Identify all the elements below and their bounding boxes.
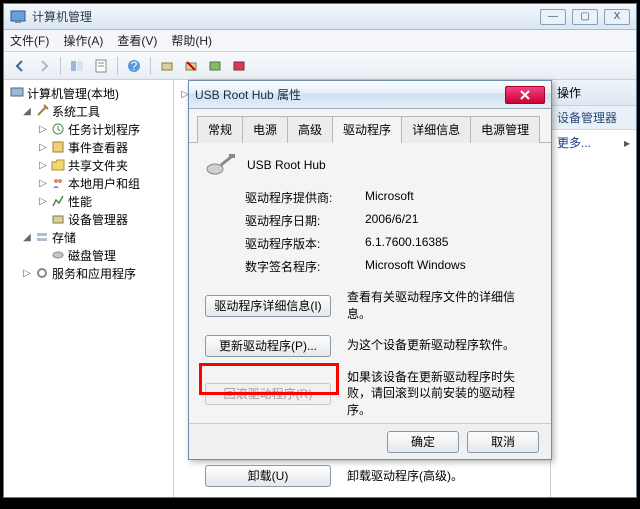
help-button[interactable]: ?	[124, 56, 144, 76]
clock-icon	[51, 122, 65, 136]
tree-storage[interactable]: ◢存储	[6, 228, 171, 246]
tab-driver[interactable]: 驱动程序	[332, 116, 402, 143]
computer-icon	[10, 86, 24, 100]
expand-icon: ▷	[38, 160, 48, 171]
event-icon	[51, 140, 65, 154]
expand-icon: ▷	[38, 196, 48, 207]
actions-context: 设备管理器	[551, 106, 636, 130]
device-icon	[51, 212, 65, 226]
tools-icon	[35, 104, 49, 118]
tree-root[interactable]: 计算机管理(本地)	[6, 84, 171, 102]
version-value: 6.1.7600.16385	[365, 235, 448, 252]
window-title: 计算机管理	[32, 8, 540, 25]
provider-value: Microsoft	[365, 189, 414, 206]
services-icon	[35, 266, 49, 280]
properties-button[interactable]	[91, 56, 111, 76]
actions-more[interactable]: 更多...▸	[551, 130, 636, 155]
dialog-footer: 确定 取消	[189, 423, 551, 459]
back-button[interactable]	[10, 56, 30, 76]
close-button[interactable]: X	[604, 9, 630, 25]
tab-advanced[interactable]: 高级	[287, 116, 333, 143]
update-driver-desc: 为这个设备更新驱动程序软件。	[347, 337, 535, 354]
expand-icon: ▷	[38, 124, 48, 135]
menu-help[interactable]: 帮助(H)	[171, 32, 212, 49]
tree-services[interactable]: ▷服务和应用程序	[6, 264, 171, 282]
enable-device-button[interactable]	[229, 56, 249, 76]
tab-general[interactable]: 常规	[197, 116, 243, 143]
disk-icon	[51, 248, 65, 262]
expand-icon: ▷	[38, 142, 48, 153]
menu-action[interactable]: 操作(A)	[63, 32, 103, 49]
usb-hub-icon	[205, 153, 237, 177]
tab-details[interactable]: 详细信息	[401, 116, 471, 143]
close-icon	[520, 90, 530, 100]
uninstall-desc: 卸载驱动程序(高级)。	[347, 468, 535, 485]
tab-bar: 常规 电源 高级 驱动程序 详细信息 电源管理	[189, 109, 551, 143]
expand-icon: ▷	[38, 178, 48, 189]
uninstall-button[interactable]: 卸载(U)	[205, 465, 331, 487]
properties-dialog: USB Root Hub 属性 常规 电源 高级 驱动程序 详细信息 电源管理 …	[188, 80, 552, 460]
tab-power-mgmt[interactable]: 电源管理	[470, 116, 540, 143]
provider-label: 驱动程序提供商:	[245, 189, 365, 206]
menubar: 文件(F) 操作(A) 查看(V) 帮助(H)	[4, 30, 636, 52]
svg-text:?: ?	[131, 59, 138, 73]
forward-button[interactable]	[34, 56, 54, 76]
app-icon	[10, 9, 26, 25]
collapse-icon: ◢	[22, 232, 32, 243]
dialog-close-button[interactable]	[505, 86, 545, 104]
tree-local-users[interactable]: ▷本地用户和组	[6, 174, 171, 192]
signer-label: 数字签名程序:	[245, 258, 365, 275]
rollback-driver-button: 回滚驱动程序(R)	[205, 383, 331, 405]
maximize-button[interactable]: ▢	[572, 9, 598, 25]
tree-event-viewer[interactable]: ▷事件查看器	[6, 138, 171, 156]
storage-icon	[35, 230, 49, 244]
dialog-title: USB Root Hub 属性	[195, 86, 505, 103]
scan-hardware-button[interactable]	[157, 56, 177, 76]
tree-pane: 计算机管理(本地) ◢系统工具 ▷任务计划程序 ▷事件查看器 ▷共享文件夹 ▷本…	[4, 80, 174, 497]
driver-details-button[interactable]: 驱动程序详细信息(I)	[205, 295, 331, 317]
actions-pane: 操作 设备管理器 更多...▸	[550, 80, 636, 497]
driver-details-desc: 查看有关驱动程序文件的详细信息。	[347, 289, 535, 323]
tree-task-scheduler[interactable]: ▷任务计划程序	[6, 120, 171, 138]
tree-shared-folders[interactable]: ▷共享文件夹	[6, 156, 171, 174]
titlebar: 计算机管理 — ▢ X	[4, 4, 636, 30]
rollback-driver-desc: 如果该设备在更新驱动程序时失败，请回滚到以前安装的驱动程序。	[347, 369, 535, 419]
chevron-right-icon: ▸	[624, 136, 630, 150]
tree-device-manager[interactable]: 设备管理器	[6, 210, 171, 228]
update-driver-button[interactable]: 更新驱动程序(P)...	[205, 335, 331, 357]
date-label: 驱动程序日期:	[245, 212, 365, 229]
tab-power[interactable]: 电源	[242, 116, 288, 143]
device-name: USB Root Hub	[247, 158, 326, 172]
collapse-icon: ◢	[22, 106, 32, 117]
update-driver-button[interactable]	[205, 56, 225, 76]
tree-systools[interactable]: ◢系统工具	[6, 102, 171, 120]
signer-value: Microsoft Windows	[365, 258, 466, 275]
show-hide-tree-button[interactable]	[67, 56, 87, 76]
uninstall-device-button[interactable]	[181, 56, 201, 76]
toolbar: ?	[4, 52, 636, 80]
expand-icon: ▷	[22, 268, 32, 279]
date-value: 2006/6/21	[365, 212, 418, 229]
menu-view[interactable]: 查看(V)	[117, 32, 157, 49]
ok-button[interactable]: 确定	[387, 431, 459, 453]
tree-performance[interactable]: ▷性能	[6, 192, 171, 210]
folder-icon	[51, 158, 65, 172]
version-label: 驱动程序版本:	[245, 235, 365, 252]
dialog-titlebar: USB Root Hub 属性	[189, 81, 551, 109]
tree-disk-management[interactable]: 磁盘管理	[6, 246, 171, 264]
actions-title: 操作	[551, 80, 636, 106]
minimize-button[interactable]: —	[540, 9, 566, 25]
users-icon	[51, 176, 65, 190]
cancel-button[interactable]: 取消	[467, 431, 539, 453]
menu-file[interactable]: 文件(F)	[10, 32, 49, 49]
perf-icon	[51, 194, 65, 208]
